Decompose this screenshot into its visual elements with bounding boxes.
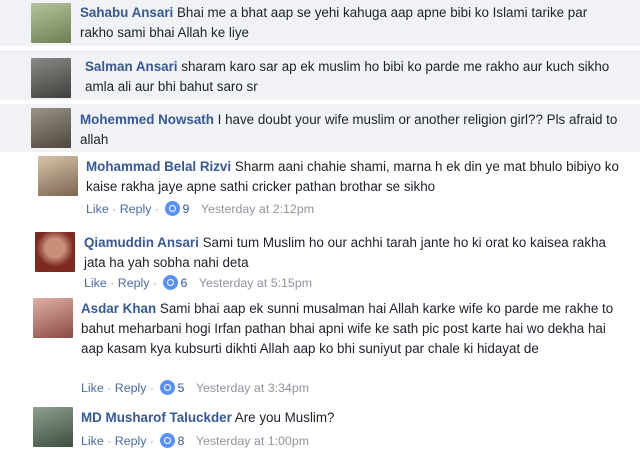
like-reaction-icon[interactable] [160,380,176,395]
timestamp[interactable]: Yesterday at 2:12pm [201,202,314,216]
user-avatar[interactable] [38,156,78,196]
commenter-name[interactable]: Mohammad Belal Rizvi [86,159,231,174]
comment-actions: Like · Reply · 5 Yesterday at 3:34pm [81,380,310,395]
reply-link[interactable]: Reply [115,381,147,395]
user-avatar[interactable] [31,108,71,148]
like-reaction-icon[interactable] [163,275,179,290]
comment-3: Mohemmed Nowsath I have doubt your wife … [0,104,640,152]
timestamp[interactable]: Yesterday at 3:34pm [196,381,309,395]
reaction-count[interactable]: 5 [177,381,184,395]
comment-6: Asdar Khan Sami bhai aap ek sunni musalm… [0,296,640,402]
timestamp[interactable]: Yesterday at 5:15pm [199,276,312,290]
comment-body: Salman Ansari sharam karo sar ap ek musl… [85,57,625,97]
comment-1: Sahabu Ansari Bhai me a bhat aap se yehi… [0,0,640,46]
comment-2: Salman Ansari sharam karo sar ap ek musl… [0,52,640,100]
comment-text: Sami bhai aap ek sunni musalman hai Alla… [81,301,614,356]
timestamp[interactable]: Yesterday at 1:00pm [196,434,309,448]
comment-body: Mohemmed Nowsath I have doubt your wife … [80,110,620,150]
commenter-name[interactable]: Salman Ansari [85,59,178,74]
user-avatar[interactable] [31,58,71,98]
comment-body: Mohammad Belal Rizvi Sharm aani chahie s… [86,157,626,197]
user-avatar[interactable] [31,3,71,43]
like-link[interactable]: Like [81,434,104,448]
reaction-count[interactable]: 6 [180,276,187,290]
commenter-name[interactable]: Asdar Khan [81,301,156,316]
reply-link[interactable]: Reply [115,434,147,448]
commenter-name[interactable]: Mohemmed Nowsath [80,112,214,127]
comment-5: Qiamuddin Ansari Sami tum Muslim ho our … [0,226,640,294]
commenter-name[interactable]: Qiamuddin Ansari [84,235,199,250]
user-avatar[interactable] [33,407,73,447]
like-reaction-icon[interactable] [165,201,181,216]
comment-4: Mohammad Belal Rizvi Sharm aani chahie s… [0,154,640,222]
user-avatar[interactable] [35,232,75,272]
comment-actions: Like · Reply · 8 Yesterday at 1:00pm [81,433,310,448]
comment-7: MD Musharof Taluckder Are you Muslim? Li… [0,404,640,458]
comment-text: Are you Muslim? [234,410,335,425]
like-link[interactable]: Like [81,381,104,395]
commenter-name[interactable]: Sahabu Ansari [80,5,173,20]
comment-body: Asdar Khan Sami bhai aap ek sunni musalm… [81,299,621,359]
reply-link[interactable]: Reply [120,202,152,216]
comment-body: Qiamuddin Ansari Sami tum Muslim ho our … [84,233,624,273]
reaction-count[interactable]: 8 [177,434,184,448]
like-link[interactable]: Like [86,202,109,216]
user-avatar[interactable] [33,298,73,338]
comment-actions: Like · Reply · 9 Yesterday at 2:12pm [86,201,315,216]
reaction-count[interactable]: 9 [182,202,189,216]
like-link[interactable]: Like [84,276,107,290]
reply-link[interactable]: Reply [118,276,150,290]
like-reaction-icon[interactable] [160,433,176,448]
comment-actions: Like · Reply · 6 Yesterday at 5:15pm [84,275,313,290]
comment-body: Sahabu Ansari Bhai me a bhat aap se yehi… [80,3,620,43]
commenter-name[interactable]: MD Musharof Taluckder [81,410,232,425]
comment-body: MD Musharof Taluckder Are you Muslim? [81,408,621,428]
